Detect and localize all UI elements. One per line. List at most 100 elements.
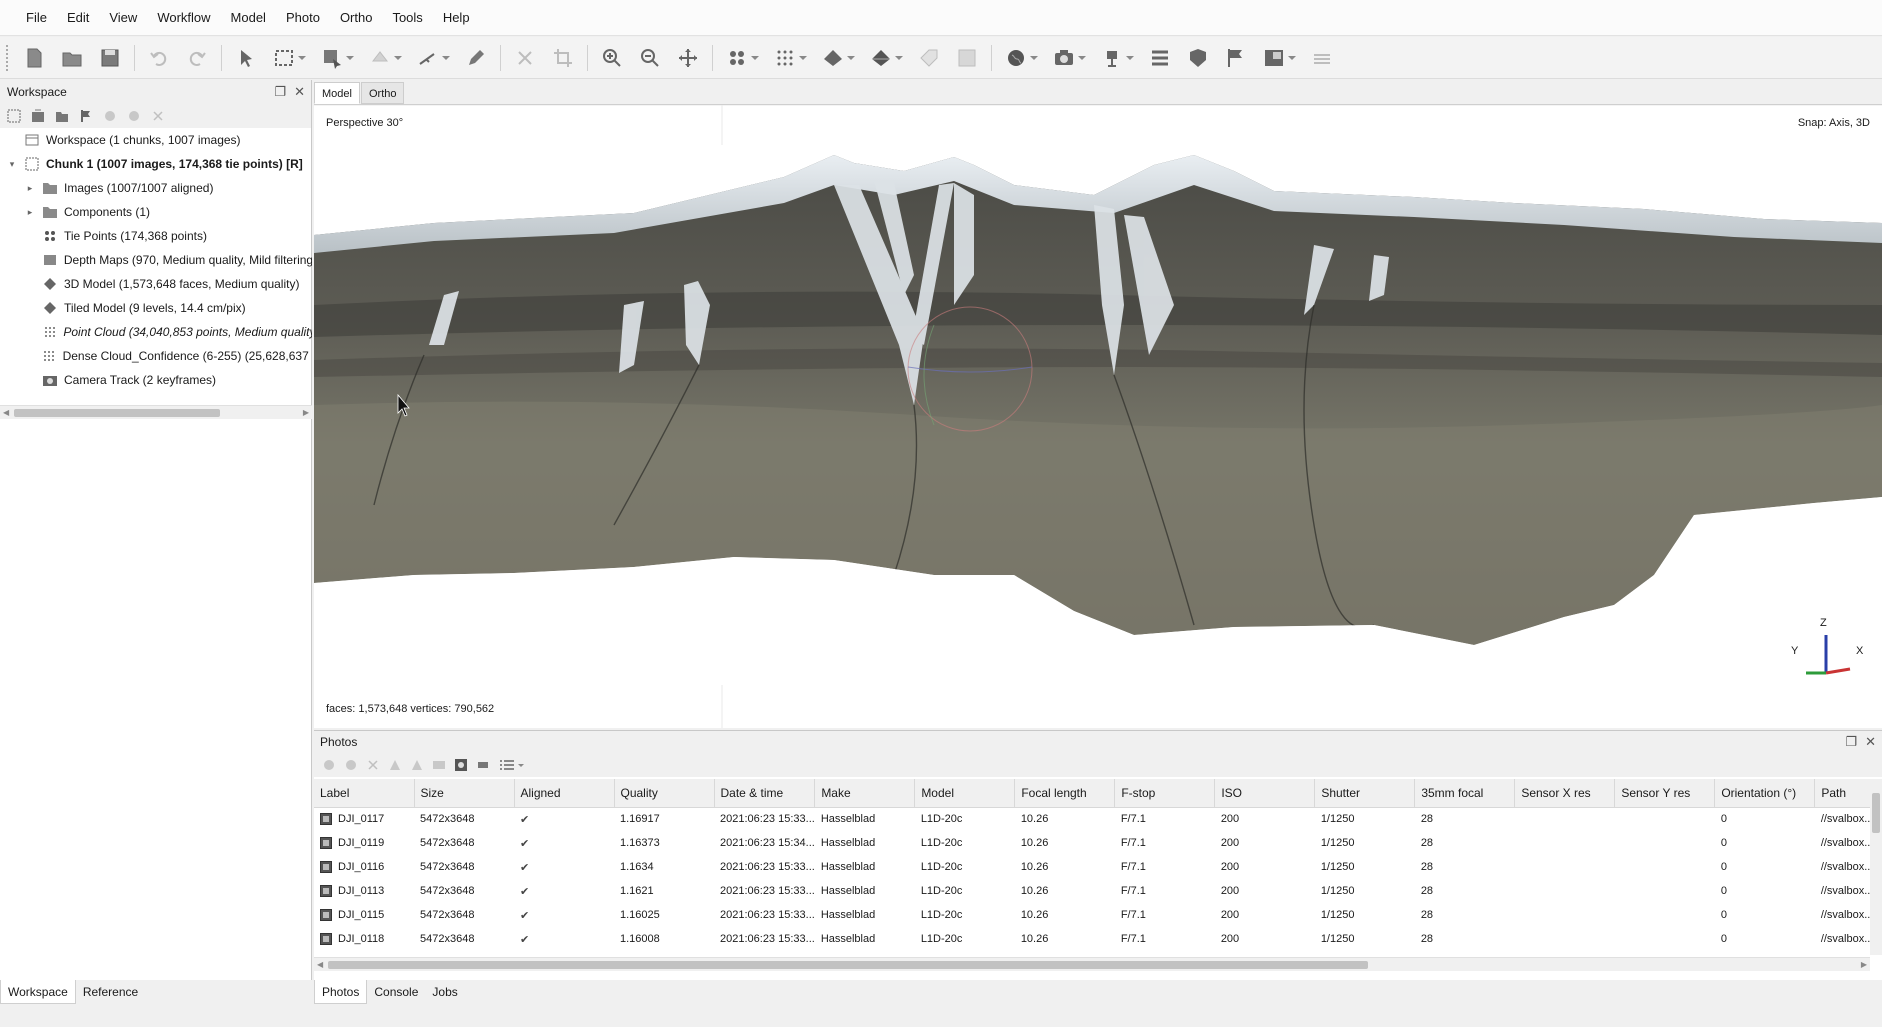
table-row[interactable]: DJI_0113 5472x3648 ✔ 1.1621 2021:06:23 15:33… xyxy=(314,879,1873,903)
undock-icon[interactable]: ❐ xyxy=(1845,731,1857,753)
column-header[interactable]: Sensor Y res xyxy=(1614,779,1716,808)
table-row[interactable]: DJI_0118 5472x3648 ✔ 1.16008 2021:06:23 15:3… xyxy=(314,927,1873,951)
show-shapes-button[interactable] xyxy=(1182,42,1214,74)
add-marker-icon[interactable] xyxy=(78,108,94,124)
menu-view[interactable]: View xyxy=(99,6,147,30)
undock-icon[interactable]: ❐ xyxy=(274,80,286,104)
scrollbar-thumb[interactable] xyxy=(328,961,1368,969)
tab-workspace[interactable]: Workspace xyxy=(0,980,76,1004)
model-viewport[interactable]: Perspective 30° Snap: Axis, 3D faces: 1,… xyxy=(314,104,1882,728)
workspace-horizontal-scrollbar[interactable]: ◀ ▶ xyxy=(0,405,312,419)
menu-edit[interactable]: Edit xyxy=(57,6,99,30)
show-layers-button[interactable] xyxy=(1144,42,1176,74)
tree-item[interactable]: Tiled Model (9 levels, 14.4 cm/pix) xyxy=(0,296,312,320)
tree-item[interactable]: ▸ Images (1007/1007 aligned) xyxy=(0,176,312,200)
column-header[interactable]: ISO xyxy=(1214,779,1316,808)
zoom-out-button[interactable] xyxy=(634,42,666,74)
menu-tools[interactable]: Tools xyxy=(382,6,432,30)
delete-selection-button[interactable] xyxy=(509,42,541,74)
show-tiled-model-button[interactable] xyxy=(865,42,903,74)
table-row[interactable]: DJI_0119 5472x3648 ✔ 1.16373 2021:06:23 15:3… xyxy=(314,831,1873,855)
save-button[interactable] xyxy=(94,42,126,74)
tree-item[interactable]: ▾ Chunk 1 (1007 images, 174,368 tie point… xyxy=(0,152,312,176)
table-row[interactable]: DJI_0116 5472x3648 ✔ 1.1634 2021:06:23 15:33… xyxy=(314,855,1873,879)
scrollbar-thumb[interactable] xyxy=(14,409,220,417)
add-photos-icon[interactable] xyxy=(30,108,46,124)
ruler-button[interactable] xyxy=(412,42,450,74)
tree-item[interactable]: ▸ Components (1) xyxy=(0,200,312,224)
disable-camera-icon[interactable] xyxy=(344,758,358,772)
reset-view-button[interactable] xyxy=(672,42,704,74)
menu-workflow[interactable]: Workflow xyxy=(147,6,220,30)
mask-icon[interactable] xyxy=(454,758,468,772)
disable-icon[interactable] xyxy=(126,108,142,124)
column-header[interactable]: F-stop xyxy=(1114,779,1216,808)
column-header[interactable]: Sensor X res xyxy=(1514,779,1616,808)
show-points-button[interactable] xyxy=(721,42,759,74)
rotate-left-icon[interactable] xyxy=(388,758,402,772)
toolbar-grip[interactable] xyxy=(6,44,10,71)
tree-item[interactable]: Dense Cloud_Confidence (6-255) (25,628,6… xyxy=(0,344,312,368)
tree-item[interactable]: Point Cloud (34,040,853 points, Medium q… xyxy=(0,320,312,344)
enable-camera-icon[interactable] xyxy=(322,758,336,772)
close-icon[interactable]: ✕ xyxy=(1865,731,1876,753)
column-header[interactable]: Orientation (°) xyxy=(1714,779,1816,808)
show-basemap-button[interactable] xyxy=(1258,42,1296,74)
open-button[interactable] xyxy=(56,42,88,74)
column-header[interactable]: Aligned xyxy=(514,779,615,808)
menu-help[interactable]: Help xyxy=(433,6,480,30)
rotate-right-icon[interactable] xyxy=(410,758,424,772)
tab-photos[interactable]: Photos xyxy=(314,980,368,1004)
close-icon[interactable]: ✕ xyxy=(294,80,305,104)
remove-icon[interactable] xyxy=(150,108,166,124)
navigation-button[interactable] xyxy=(230,42,262,74)
menu-model[interactable]: Model xyxy=(221,6,276,30)
undo-button[interactable] xyxy=(143,42,175,74)
tree-item[interactable]: 3D Model (1,573,648 faces, Medium qualit… xyxy=(0,272,312,296)
rectangle-selection-button[interactable] xyxy=(268,42,306,74)
new-project-button[interactable] xyxy=(18,42,50,74)
tab-reference[interactable]: Reference xyxy=(76,980,145,1004)
show-model-button[interactable] xyxy=(817,42,855,74)
view-mode-icon[interactable] xyxy=(498,758,526,772)
remove-camera-icon[interactable] xyxy=(366,758,380,772)
show-ortho-button[interactable] xyxy=(951,42,983,74)
show-dense-cloud-button[interactable] xyxy=(769,42,807,74)
column-header[interactable]: Date & time xyxy=(714,779,816,808)
menu-ortho[interactable]: Ortho xyxy=(330,6,383,30)
column-header[interactable]: Make xyxy=(814,779,916,808)
collapse-arrow-icon[interactable]: ▾ xyxy=(6,158,18,170)
show-markers-button[interactable] xyxy=(1096,42,1134,74)
scrollbar-thumb[interactable] xyxy=(1872,793,1880,833)
column-header[interactable]: Path xyxy=(1814,779,1874,808)
tab-console[interactable]: Console xyxy=(367,980,425,1004)
photos-horizontal-scrollbar[interactable]: ◀ ▶ xyxy=(314,957,1870,971)
tree-item[interactable]: Workspace (1 chunks, 1007 images) xyxy=(0,128,312,152)
menu-file[interactable]: File xyxy=(16,6,57,30)
expand-arrow-icon[interactable]: ▸ xyxy=(24,182,36,194)
show-texture-button[interactable] xyxy=(913,42,945,74)
enable-icon[interactable] xyxy=(102,108,118,124)
table-row[interactable]: DJI_0117 5472x3648 ✔ 1.16917 2021:06:23 15:3… xyxy=(314,807,1873,831)
draw-button[interactable] xyxy=(460,42,492,74)
column-header[interactable]: Shutter xyxy=(1314,779,1416,808)
tab-jobs[interactable]: Jobs xyxy=(425,980,464,1004)
tab-model[interactable]: Model xyxy=(314,82,360,104)
image-size-icon[interactable] xyxy=(476,758,490,772)
show-region-button[interactable] xyxy=(1306,42,1338,74)
tree-item[interactable]: Depth Maps (970, Medium quality, Mild fi… xyxy=(0,248,312,272)
add-folder-icon[interactable] xyxy=(54,108,70,124)
column-header[interactable]: Size xyxy=(414,779,515,808)
column-header[interactable]: 35mm focal xyxy=(1414,779,1516,808)
zoom-in-button[interactable] xyxy=(596,42,628,74)
tree-item[interactable]: Tie Points (174,368 points) xyxy=(0,224,312,248)
move-object-button[interactable] xyxy=(364,42,402,74)
column-header[interactable]: Quality xyxy=(614,779,715,808)
column-header[interactable]: Label xyxy=(314,779,415,808)
expand-arrow-icon[interactable]: ▸ xyxy=(24,206,36,218)
column-header[interactable]: Model xyxy=(914,779,1016,808)
tab-ortho[interactable]: Ortho xyxy=(360,82,405,104)
column-header[interactable]: Focal length xyxy=(1014,779,1116,808)
redo-button[interactable] xyxy=(181,42,213,74)
show-globe-button[interactable] xyxy=(1000,42,1038,74)
